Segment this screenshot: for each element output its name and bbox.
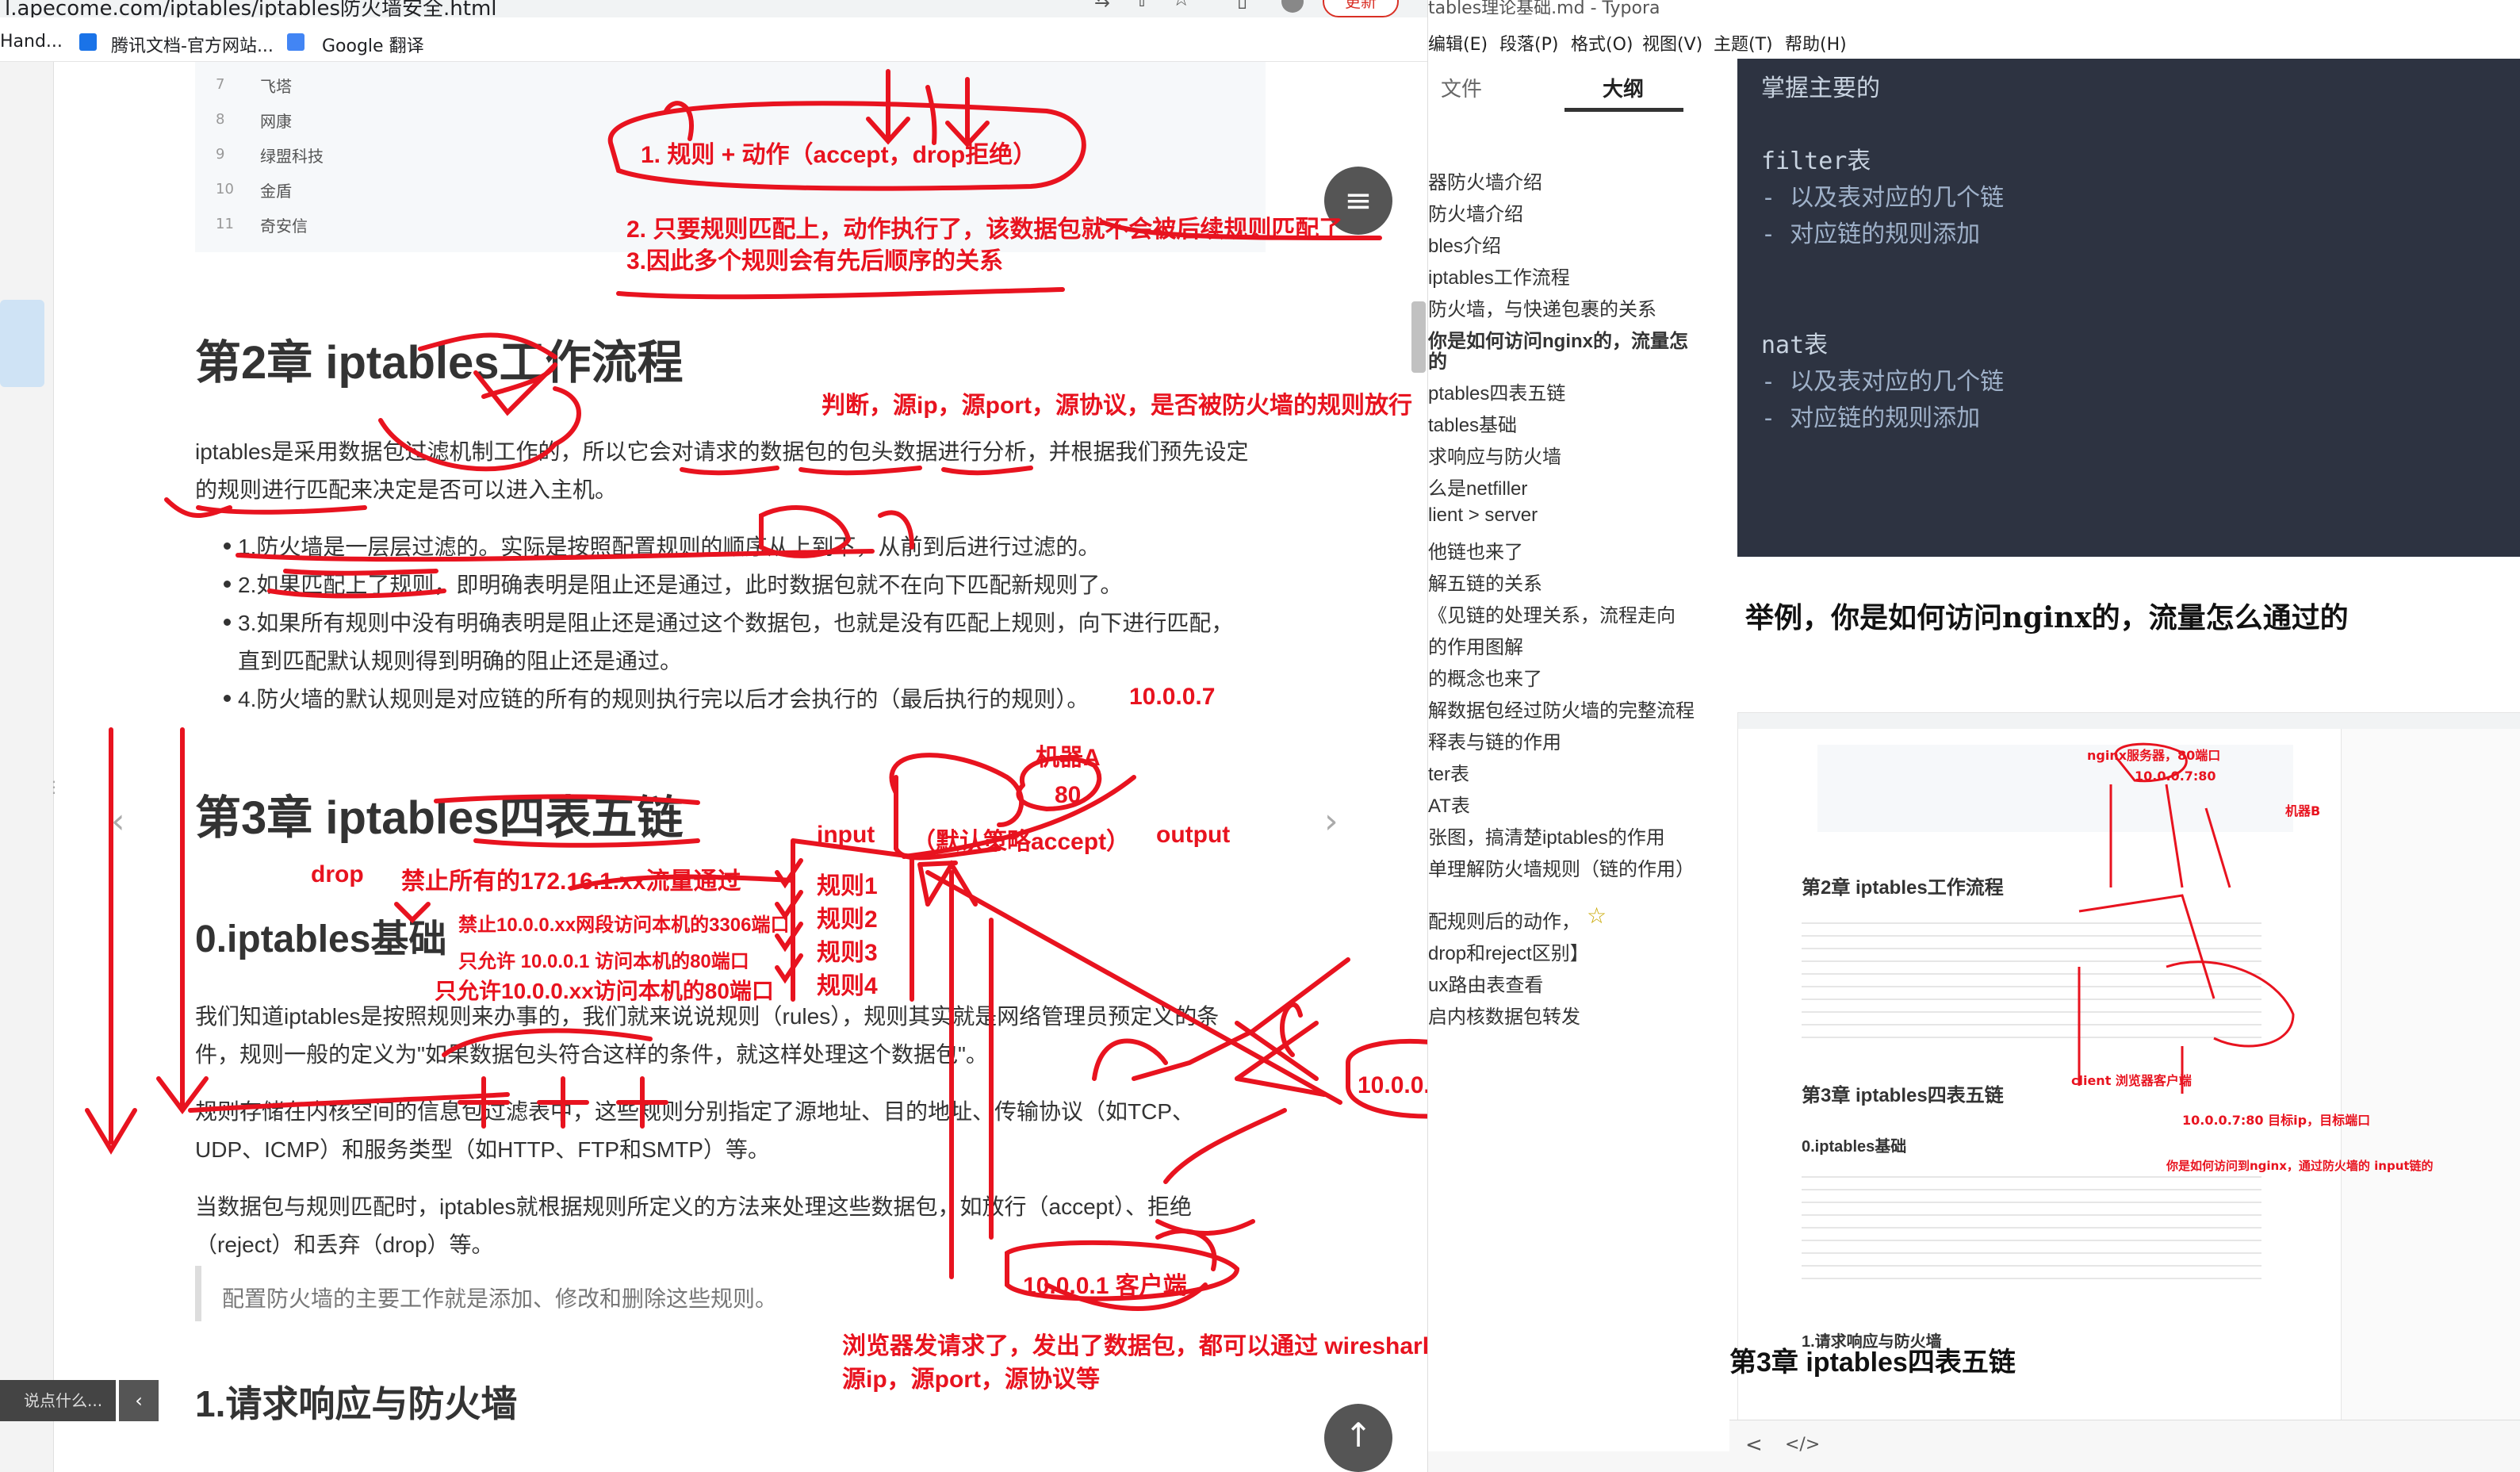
outline-item[interactable]: lient > server: [1428, 504, 1538, 527]
typora-window: tables理论基础.md - Typora 编辑(E) 段落(P) 格式(O)…: [1427, 0, 2520, 1472]
thumb-bottom-heading: 第3章 iptables四表五链: [1729, 1347, 2016, 1378]
menu-theme[interactable]: 主题(T): [1714, 30, 1773, 56]
outline-item[interactable]: 的作用图解: [1428, 631, 1523, 659]
outline-item[interactable]: iptables工作流程: [1428, 262, 1570, 289]
code-line: - 对应链的规则添加: [1761, 220, 1981, 248]
annotation-match-stop: 2. 只要规则匹配上，动作执行了，该数据包就不会被后续规则匹配了: [626, 217, 1343, 243]
annotation-rule-2: 规则2: [817, 907, 878, 933]
annotation-judge: 判断，源ip，源port，源协议，是否被防火墙的规则放行: [821, 393, 1412, 419]
editor-footer: < </>: [1729, 1420, 2520, 1472]
outline-item[interactable]: ter表: [1428, 758, 1469, 786]
menu-help[interactable]: 帮助(H): [1785, 30, 1847, 56]
annotation-output: output: [1156, 822, 1231, 848]
editor-area[interactable]: 掌握主要的 filter表 - 以及表对应的几个链 - 对应链的规则添加 nat…: [1729, 59, 2520, 1472]
example-heading: 举例，你是如何访问nginx的，流量怎么通过的: [1745, 601, 2349, 634]
menu-format[interactable]: 格式(O): [1571, 30, 1633, 56]
menu-paragraph[interactable]: 段落(P): [1499, 30, 1558, 56]
outline-item[interactable]: bles介绍: [1428, 230, 1501, 258]
outline-item[interactable]: 释表与链的作用: [1428, 726, 1561, 754]
annotation-ip-007: 10.0.0.7: [1129, 684, 1216, 710]
annotation-drop: drop: [311, 861, 364, 887]
code-block-dark[interactable]: 掌握主要的 filter表 - 以及表对应的几个链 - 对应链的规则添加 nat…: [1737, 59, 2520, 557]
outline-item[interactable]: 配规则后的动作，: [1428, 906, 1580, 933]
annotation-rule-3: 规则3: [817, 940, 878, 966]
outline-item[interactable]: 他链也来了: [1428, 536, 1523, 564]
source-code-icon[interactable]: </>: [1785, 1435, 1820, 1455]
menu-edit[interactable]: 编辑(E): [1428, 30, 1488, 56]
outline-item[interactable]: ux路由表查看: [1428, 969, 1543, 997]
annotation-rule-allow-80-a: 只允许 10.0.0.1 访问本机的80端口: [458, 951, 749, 972]
annotation-order: 3.因此多个规则会有先后顺序的关系: [626, 248, 1004, 274]
thumb-annotations: [2078, 742, 2295, 1094]
annotation-browser-note-2: 源ip，源port，源协议等: [842, 1367, 1100, 1393]
annotation-port-80: 80: [1055, 782, 1082, 808]
menu-view[interactable]: 视图(V): [1642, 30, 1702, 56]
outline-item[interactable]: 器防火墙介绍: [1428, 167, 1542, 194]
annotation-rule-deny-3306: 禁止10.0.0.xx网段访问本机的3306端口: [458, 914, 790, 936]
annotation-rule-4: 规则4: [817, 973, 878, 999]
annotation-rule-forbid-all: 禁止所有的172.16.1.xx流量通过: [401, 868, 741, 895]
outline-item-active-cont[interactable]: 的: [1428, 346, 1447, 374]
code-line: filter表: [1761, 148, 1871, 175]
tab-files[interactable]: 文件: [1441, 73, 1482, 102]
annotation-rule-allow-80-b: 只允许10.0.0.xx访问本机的80端口: [435, 979, 774, 1003]
code-line: - 对应链的规则添加: [1761, 404, 1981, 432]
outline-item[interactable]: 解五链的关系: [1428, 568, 1542, 596]
annotation-rule-action: 1. 规则 + 动作（accept，drop拒绝）: [641, 142, 1037, 168]
embedded-screenshot: 第2章 iptables工作流程 第3章 iptables四表五链 0.ipta…: [1737, 712, 2520, 1427]
outline-item[interactable]: drop和reject区别】: [1428, 937, 1589, 965]
outline-item[interactable]: 的概念也来了: [1428, 663, 1542, 691]
outline-item[interactable]: 张图，搞清楚iptables的作用: [1428, 822, 1665, 849]
annotation-machine-a: 机器A: [1036, 745, 1101, 771]
outline-footer: [1428, 1451, 1729, 1472]
outline-panel: 文件 大纲 器防火墙介绍 防火墙介绍 bles介绍 iptables工作流程 防…: [1428, 59, 1729, 1472]
active-tab-indicator: [1564, 108, 1683, 112]
code-line: 掌握主要的: [1761, 75, 1880, 102]
outline-item[interactable]: 防火墙介绍: [1428, 198, 1523, 226]
window-title: tables理论基础.md - Typora: [1428, 0, 1660, 18]
outline-item[interactable]: 么是netfiller: [1428, 473, 1527, 500]
outline-item[interactable]: 求响应与防火墙: [1428, 441, 1561, 469]
scrollbar-thumb[interactable]: [1411, 301, 1426, 373]
outline-item[interactable]: ptables四表五链: [1428, 378, 1565, 405]
outline-item[interactable]: 防火墙，与快递包裹的关系: [1428, 293, 1656, 321]
outline-item-active[interactable]: 你是如何访问nginx的，流量怎: [1428, 325, 1688, 353]
annotation-rule-1: 规则1: [817, 873, 878, 899]
annotation-input: input: [817, 822, 875, 848]
chevron-left-icon[interactable]: <: [1745, 1433, 1763, 1457]
outline-item[interactable]: tables基础: [1428, 409, 1517, 437]
annotation-default-policy: （默认策略accept）: [912, 829, 1131, 855]
outline-item[interactable]: 单理解防火墙规则（链的作用）: [1428, 853, 1695, 881]
code-line: - 以及表对应的几个链: [1761, 368, 2005, 396]
tab-outline[interactable]: 大纲: [1603, 73, 1644, 102]
menu-bar: 编辑(E) 段落(P) 格式(O) 视图(V) 主题(T) 帮助(H): [1428, 22, 2520, 59]
outline-item[interactable]: 启内核数据包转发: [1428, 1001, 1580, 1029]
code-line: - 以及表对应的几个链: [1761, 184, 2005, 212]
code-line: nat表: [1761, 332, 1829, 359]
outline-item[interactable]: AT表: [1428, 790, 1470, 818]
annotation-client-ip: 10.0.0.1 客户端: [1023, 1273, 1187, 1299]
outline-item[interactable]: 解数据包经过防火墙的完整流程: [1428, 695, 1695, 723]
star-icon: ☆: [1587, 903, 1607, 929]
outline-item[interactable]: 《见链的处理关系，流程走向: [1428, 600, 1676, 627]
